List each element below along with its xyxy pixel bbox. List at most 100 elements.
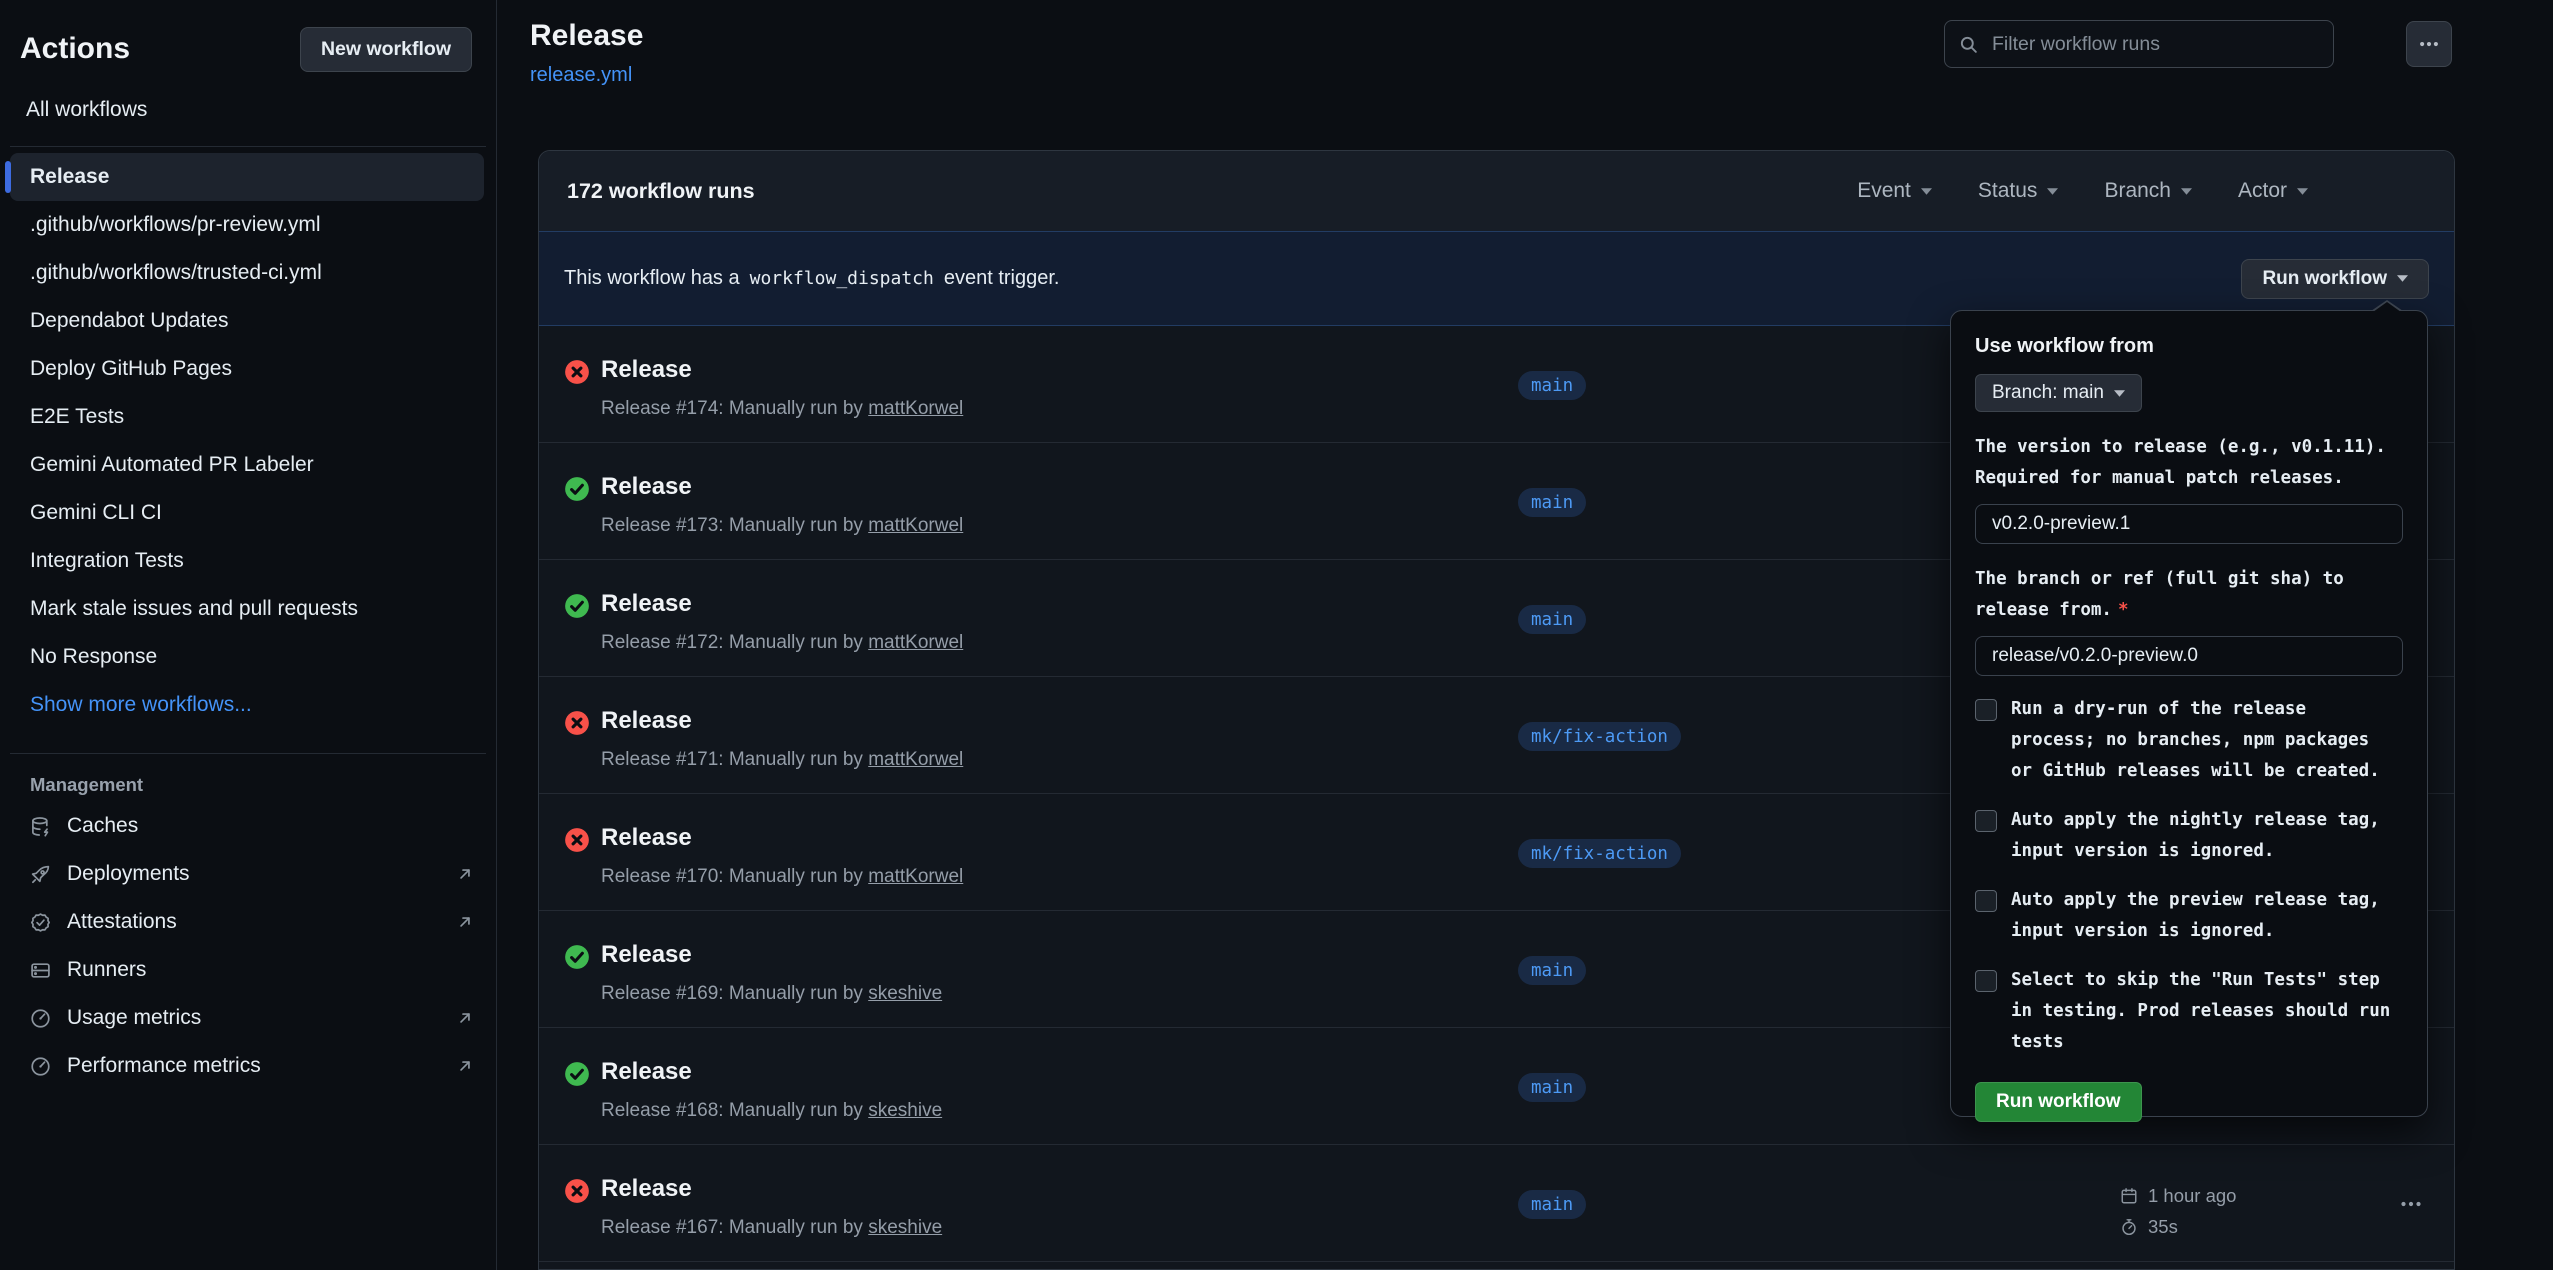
caret-down-icon [2047, 188, 2058, 195]
sidebar-item-performance-metrics[interactable]: Performance metrics [10, 1042, 484, 1090]
sidebar-item-runners[interactable]: Runners [10, 946, 484, 994]
actor-link[interactable]: mattKorwel [868, 866, 963, 887]
sidebar-item-label: Integration Tests [30, 549, 184, 573]
branch-chip[interactable]: main [1518, 371, 1586, 400]
branch-chip[interactable]: main [1518, 1190, 1586, 1219]
workflow-options-kebab-button[interactable] [2406, 21, 2452, 67]
success-status-icon [564, 944, 590, 970]
sidebar-item-label: Deploy GitHub Pages [30, 357, 232, 381]
caret-down-icon [1921, 188, 1932, 195]
run-title-link[interactable]: Release [601, 1175, 692, 1203]
sidebar-item-usage-metrics[interactable]: Usage metrics [10, 994, 484, 1042]
filter-workflow-runs-input[interactable] [1990, 32, 2319, 57]
banner-text: event trigger. [944, 267, 1060, 290]
sidebar-title: Actions [20, 26, 130, 72]
sidebar-item-github-workflows-pr-review-yml[interactable]: .github/workflows/pr-review.yml [10, 201, 484, 249]
calendar-icon [2120, 1187, 2138, 1205]
checkbox-row: Auto apply the nightly release tag, inpu… [1975, 805, 2403, 867]
sidebar-item-label: E2E Tests [30, 405, 124, 429]
run-meta: 1 hour ago35s [2120, 1183, 2236, 1245]
filter-branch[interactable]: Branch [2104, 179, 2192, 203]
sidebar-item-deployments[interactable]: Deployments [10, 850, 484, 898]
sidebar-item-caches[interactable]: Caches [10, 802, 484, 850]
success-status-icon [564, 1061, 590, 1087]
branch-chip[interactable]: mk/fix-action [1518, 722, 1681, 751]
sidebar-item-all-workflows[interactable]: All workflows [26, 98, 496, 122]
actor-link[interactable]: skeshive [868, 983, 942, 1004]
verified-icon [30, 912, 51, 933]
checkbox[interactable] [1975, 699, 1997, 721]
actor-link[interactable]: mattKorwel [868, 749, 963, 770]
branch-chip[interactable]: main [1518, 488, 1586, 517]
run-workflow-dropdown-button[interactable]: Run workflow [2241, 259, 2429, 299]
required-marker: * [2118, 600, 2129, 620]
checkbox[interactable] [1975, 810, 1997, 832]
run-title-link[interactable]: Release [601, 473, 692, 501]
checkbox-label: Select to skip the "Run Tests" step in t… [2011, 965, 2394, 1058]
runs-panel-header: 172 workflow runs Event Status Branch Actor [539, 151, 2454, 231]
run-filters: Event Status Branch Actor [1857, 179, 2426, 203]
actor-link[interactable]: mattKorwel [868, 515, 963, 536]
workflow-dispatch-code: workflow_dispatch [750, 268, 934, 289]
ref-input[interactable] [1975, 636, 2403, 676]
checkbox-label: Run a dry-run of the release process; no… [2011, 694, 2394, 787]
sidebar-item-deploy-github-pages[interactable]: Deploy GitHub Pages [10, 345, 484, 393]
checkbox[interactable] [1975, 970, 1997, 992]
run-title-link[interactable]: Release [601, 941, 692, 969]
caret-down-icon [2397, 275, 2408, 282]
sidebar-item-label: .github/workflows/trusted-ci.yml [30, 261, 322, 285]
actor-link[interactable]: mattKorwel [868, 398, 963, 419]
sidebar-header: Actions New workflow [0, 0, 496, 72]
sidebar-item-label: Dependabot Updates [30, 309, 229, 333]
rocket-icon [30, 864, 51, 885]
run-workflow-submit-button[interactable]: Run workflow [1975, 1082, 2142, 1122]
success-status-icon [564, 476, 590, 502]
sidebar-item-gemini-cli-ci[interactable]: Gemini CLI CI [10, 489, 484, 537]
sidebar-item-attestations[interactable]: Attestations [10, 898, 484, 946]
sidebar-item-integration-tests[interactable]: Integration Tests [10, 537, 484, 585]
run-title-link[interactable]: Release [601, 356, 692, 384]
page-heading: Release release.yml [530, 16, 643, 87]
sidebar-item-github-workflows-trusted-ci-yml[interactable]: .github/workflows/trusted-ci.yml [10, 249, 484, 297]
sidebar-item-label: Gemini CLI CI [30, 501, 162, 525]
page-title: Release [530, 16, 643, 56]
actor-link[interactable]: skeshive [868, 1217, 942, 1238]
sidebar-item-label: Release [30, 165, 109, 189]
run-description: Release #174: Manually run by mattKorwel [601, 398, 963, 420]
sidebar-item-mark-stale-issues-and-pull-requests[interactable]: Mark stale issues and pull requests [10, 585, 484, 633]
sidebar-item-no-response[interactable]: No Response [10, 633, 484, 681]
run-options-kebab-button[interactable] [2391, 1189, 2431, 1219]
sidebar-item-release[interactable]: Release [10, 153, 484, 201]
failure-status-icon [564, 1178, 590, 1204]
filter-event[interactable]: Event [1857, 179, 1932, 203]
run-title-link[interactable]: Release [601, 707, 692, 735]
new-workflow-button[interactable]: New workflow [300, 27, 472, 72]
management-section-label: Management [30, 774, 496, 796]
main-content: Release release.yml 172 workflow runs Ev… [497, 0, 2553, 1270]
branch-chip[interactable]: main [1518, 605, 1586, 634]
sidebar-item-show-more-workflows[interactable]: Show more workflows... [10, 681, 484, 729]
checkbox[interactable] [1975, 890, 1997, 912]
checkbox-label: Auto apply the nightly release tag, inpu… [2011, 805, 2394, 867]
workflow-file-link[interactable]: release.yml [530, 64, 643, 87]
sidebar-item-e2e-tests[interactable]: E2E Tests [10, 393, 484, 441]
filter-status[interactable]: Status [1978, 179, 2059, 203]
branch-chip[interactable]: main [1518, 956, 1586, 985]
branch-chip[interactable]: mk/fix-action [1518, 839, 1681, 868]
server-icon [30, 960, 51, 981]
workflow-nav: Release .github/workflows/pr-review.yml .g… [0, 153, 496, 729]
run-title-link[interactable]: Release [601, 590, 692, 618]
filter-actor[interactable]: Actor [2238, 179, 2308, 203]
sidebar-item-dependabot-updates[interactable]: Dependabot Updates [10, 297, 484, 345]
actor-link[interactable]: skeshive [868, 1100, 942, 1121]
banner-text: This workflow has a [564, 267, 740, 290]
branch-select-button[interactable]: Branch: main [1975, 374, 2142, 412]
actor-link[interactable]: mattKorwel [868, 632, 963, 653]
workflow-runs-count: 172 workflow runs [567, 179, 755, 204]
run-title-link[interactable]: Release [601, 824, 692, 852]
kebab-icon [2418, 33, 2440, 55]
branch-chip[interactable]: main [1518, 1073, 1586, 1102]
sidebar-item-gemini-automated-pr-labeler[interactable]: Gemini Automated PR Labeler [10, 441, 484, 489]
version-input[interactable] [1975, 504, 2403, 544]
run-title-link[interactable]: Release [601, 1058, 692, 1086]
